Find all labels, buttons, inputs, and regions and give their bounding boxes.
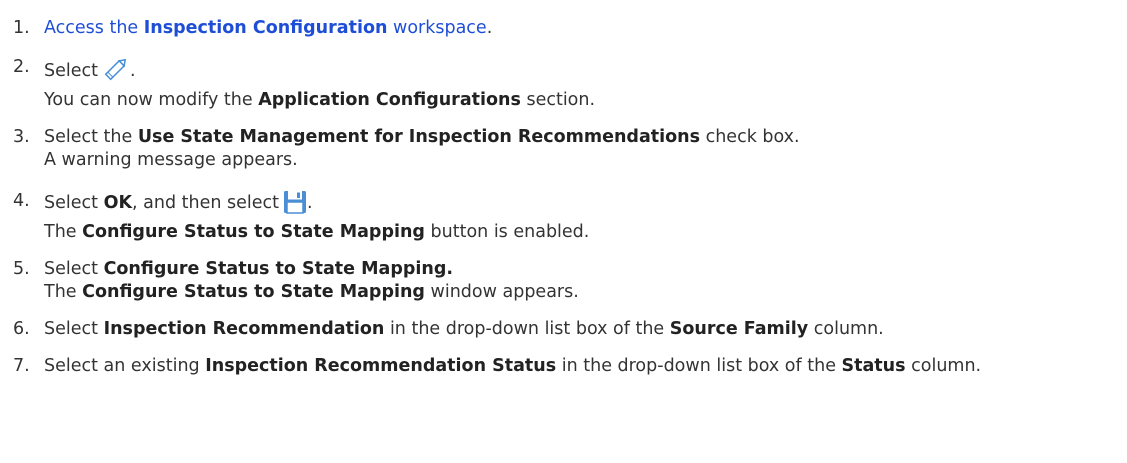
step-number: 3. [13,127,30,147]
step-number: 6. [13,319,30,339]
step-bold-text: Status [841,356,906,376]
sentence-end: . [306,193,313,213]
step-7-line: Select an existing Inspection Recommenda… [44,355,1118,378]
step-number: 1. [13,18,30,38]
step-text: Select the [44,127,138,147]
step-text: section. [520,90,596,110]
step-text: column. [808,319,884,339]
save-floppy-icon [283,190,307,221]
step-4: 4. Select OK, and then select . The Conf… [13,190,1118,244]
step-text: in the drop-down list box of the [384,319,670,339]
step-5-line-1: Select Configure Status to State Mapping… [44,258,1118,281]
step-number: 7. [13,356,30,376]
step-3: 3. Select the Use State Management for I… [13,126,1118,172]
step-bold-text: Configure Status to State Mapping [82,282,425,302]
step-text: Select [44,319,104,339]
step-text: Select [44,61,98,81]
sentence-end: . [130,61,136,81]
step-5-line-2: The Configure Status to State Mapping wi… [44,281,1118,304]
step-bold-text: Inspection Recommendation [103,319,385,339]
step-7: 7. Select an existing Inspection Recomme… [13,355,1118,378]
step-bold-text: Configure Status to State Mapping [82,222,425,242]
link-text-prefix: Access the [44,18,144,38]
step-2-line-2: You can now modify the Application Confi… [44,89,1118,112]
step-3-line-2: A warning message appears. [44,150,298,170]
step-5: 5. Select Configure Status to State Mapp… [13,258,1118,304]
step-number: 4. [13,191,30,211]
step-bold-text: Application Configurations [258,90,521,110]
step-text: column. [905,356,982,376]
step-bold-text: Source Family [669,319,809,339]
step-text: , and then select [132,193,279,213]
step-6-line: Select Inspection Recommendation in the … [44,318,1118,341]
step-1: 1. Access the Inspection Configuration w… [13,17,1118,40]
step-6: 6. Select Inspection Recommendation in t… [13,318,1118,341]
step-bold-text: Use State Management for Inspection Reco… [137,127,701,147]
step-text: The [44,222,83,242]
inspection-configuration-link[interactable]: Access the Inspection Configuration work… [44,18,487,38]
step-4-line-1: Select OK, and then select . [44,190,1118,221]
procedure-steps: 1. Access the Inspection Configuration w… [13,0,1118,378]
step-text: You can now modify the [44,90,259,110]
step-2: 2. Select . You can now modify the Appli… [13,56,1118,112]
step-text: Select an existing [44,356,206,376]
link-text-bold: Inspection Configuration [143,18,388,38]
step-1-line: Access the Inspection Configuration work… [44,17,1118,40]
step-3-line-1: Select the Use State Management for Insp… [44,126,1118,149]
step-text: check box. [700,127,800,147]
step-text: The [44,282,83,302]
step-4-line-2: The Configure Status to State Mapping bu… [44,221,1118,244]
pencil-edit-icon [102,56,130,89]
step-bold-text: Configure Status to State Mapping. [103,259,454,279]
step-number: 2. [13,57,30,77]
step-2-line-1: Select . [44,56,1118,89]
step-text: button is enabled. [424,222,590,242]
link-text-suffix: workspace [387,18,487,38]
sentence-end: . [486,18,493,38]
step-text: in the drop-down list box of the [556,356,842,376]
step-text: Select [44,259,104,279]
step-bold-text: Inspection Recommendation Status [205,356,557,376]
step-text: Select [44,193,104,213]
step-text: window appears. [424,282,579,302]
step-number: 5. [13,259,30,279]
step-bold-text: OK [103,193,132,213]
